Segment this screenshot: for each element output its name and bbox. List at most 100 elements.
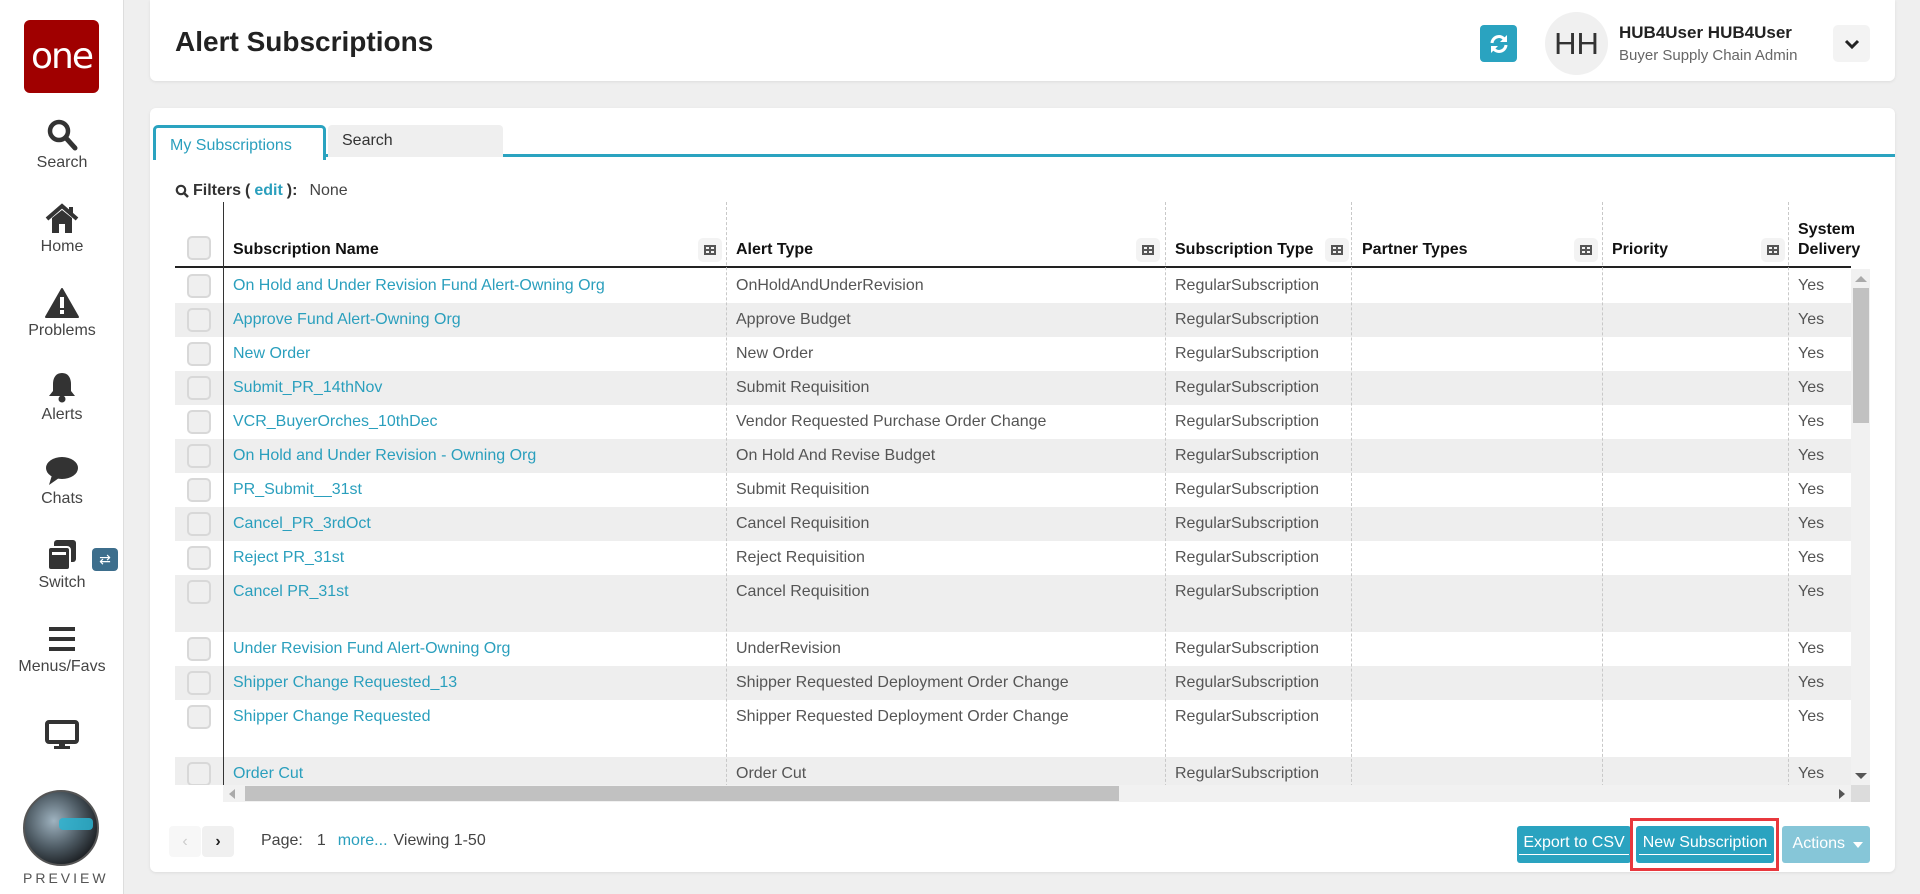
- cell-name[interactable]: Approve Fund Alert-Owning Org: [233, 310, 461, 330]
- table-row[interactable]: On Hold and Under Revision Fund Alert-Ow…: [175, 269, 1851, 303]
- horizontal-scrollbar[interactable]: [223, 785, 1851, 802]
- row-checkbox[interactable]: [187, 705, 211, 729]
- vertical-scroll-thumb[interactable]: [1853, 288, 1869, 423]
- cell-alert-type: Shipper Requested Deployment Order Chang…: [736, 708, 1069, 725]
- table-row[interactable]: Shipper Change Requested Shipper Requeste…: [175, 700, 1851, 757]
- table-row[interactable]: Order Cut Order Cut RegularSubscription Yes: [175, 757, 1851, 785]
- column-menu-partner-types[interactable]: [1574, 238, 1598, 262]
- scroll-up-arrow-icon[interactable]: [1855, 276, 1867, 282]
- cell-name[interactable]: Cancel_PR_3rdOct: [233, 514, 371, 534]
- previous-page-button[interactable]: ‹: [169, 826, 201, 857]
- cell-alert-type: On Hold And Revise Budget: [736, 447, 936, 464]
- filters-edit-link[interactable]: edit: [254, 182, 282, 200]
- column-header-priority[interactable]: Priority: [1612, 240, 1668, 260]
- cell-name[interactable]: Shipper Change Requested_13: [233, 673, 457, 693]
- page-title: Alert Subscriptions: [175, 26, 434, 57]
- row-checkbox[interactable]: [187, 274, 211, 298]
- vertical-scrollbar[interactable]: [1851, 269, 1870, 785]
- actions-dropdown-button[interactable]: Actions: [1782, 826, 1870, 863]
- refresh-button[interactable]: [1480, 25, 1517, 62]
- export-csv-button[interactable]: Export to CSV: [1517, 826, 1631, 863]
- cell-system-delivery: Yes: [1798, 515, 1825, 532]
- scroll-right-arrow-icon[interactable]: [1839, 789, 1845, 799]
- row-checkbox[interactable]: [187, 580, 211, 604]
- table-row[interactable]: Submit_PR_14thNov Submit Requisition Regul…: [175, 371, 1851, 405]
- column-header-alert-type[interactable]: Alert Type: [736, 240, 813, 260]
- row-checkbox[interactable]: [187, 410, 211, 434]
- cell-name[interactable]: On Hold and Under Revision Fund Alert-Ow…: [233, 276, 605, 296]
- cell-name[interactable]: Reject PR_31st: [233, 548, 344, 568]
- row-checkbox[interactable]: [187, 762, 211, 785]
- cell-name[interactable]: Order Cut: [233, 764, 303, 784]
- table-row[interactable]: Cancel_PR_3rdOct Cancel Requisition Regula…: [175, 507, 1851, 541]
- column-menu-subscription-type[interactable]: [1325, 238, 1349, 262]
- sidebar-item-problems[interactable]: Problems: [0, 286, 124, 340]
- row-checkbox[interactable]: [187, 478, 211, 502]
- scroll-down-arrow-icon[interactable]: [1855, 773, 1867, 779]
- horizontal-scroll-thumb[interactable]: [245, 786, 1119, 801]
- table-row[interactable]: Cancel PR_31st Cancel Requisition RegularS…: [175, 575, 1851, 632]
- cell-name[interactable]: On Hold and Under Revision - Owning Org: [233, 446, 536, 466]
- one-logo[interactable]: one: [24, 20, 99, 93]
- sidebar-item-label: Alerts: [41, 406, 83, 423]
- sidebar-item-label: Menus/Favs: [18, 658, 106, 675]
- sidebar-item-alerts[interactable]: Alerts: [0, 370, 124, 424]
- column-menu-subscription-name[interactable]: [698, 238, 722, 262]
- cell-name[interactable]: PR_Submit__31st: [233, 480, 362, 500]
- row-checkbox[interactable]: [187, 308, 211, 332]
- refresh-icon: [1490, 34, 1507, 53]
- table-row[interactable]: Under Revision Fund Alert-Owning Org Unde…: [175, 632, 1851, 666]
- grid-icon: [704, 245, 716, 255]
- column-menu-priority[interactable]: [1761, 238, 1785, 262]
- row-checkbox[interactable]: [187, 444, 211, 468]
- sidebar-item-search[interactable]: Search: [0, 118, 124, 172]
- row-checkbox[interactable]: [187, 376, 211, 400]
- new-subscription-button[interactable]: New Subscription: [1636, 826, 1774, 863]
- sidebar-item-menus-favs[interactable]: Menus/Favs: [0, 622, 124, 676]
- preview-avatar[interactable]: PREVIEW: [23, 790, 106, 886]
- cell-sub-type: RegularSubscription: [1175, 515, 1320, 532]
- monitor-icon: [45, 720, 79, 749]
- column-header-system-delivery[interactable]: System Delivery: [1798, 220, 1868, 260]
- cell-name[interactable]: New Order: [233, 344, 310, 364]
- column-header-subscription-name[interactable]: Subscription Name: [233, 240, 379, 260]
- row-checkbox[interactable]: [187, 637, 211, 661]
- cell-name[interactable]: VCR_BuyerOrches_10thDec: [233, 412, 438, 432]
- avatar[interactable]: HH: [1545, 12, 1608, 75]
- column-header-partner-types[interactable]: Partner Types: [1362, 240, 1468, 260]
- scroll-left-arrow-icon[interactable]: [229, 789, 235, 799]
- user-menu-button[interactable]: [1833, 25, 1870, 62]
- table-row[interactable]: PR_Submit__31st Submit Requisition Regular…: [175, 473, 1851, 507]
- cell-alert-type: Submit Requisition: [736, 379, 870, 396]
- tab-my-subscriptions[interactable]: My Subscriptions: [153, 125, 326, 160]
- row-checkbox[interactable]: [187, 512, 211, 536]
- tab-search[interactable]: Search: [328, 125, 503, 157]
- table-row[interactable]: On Hold and Under Revision - Owning Org O…: [175, 439, 1851, 473]
- cell-sub-type: RegularSubscription: [1175, 413, 1320, 430]
- more-pages-link[interactable]: more...: [338, 832, 388, 850]
- column-header-subscription-type[interactable]: Subscription Type: [1175, 240, 1320, 260]
- table-row[interactable]: Shipper Change Requested_13 Shipper Reque…: [175, 666, 1851, 700]
- table-row[interactable]: New Order New Order RegularSubscription Yes: [175, 337, 1851, 371]
- cell-system-delivery: Yes: [1798, 345, 1825, 362]
- filters-label: Filters: [193, 182, 242, 199]
- table-row[interactable]: VCR_BuyerOrches_10thDec Vendor Requested …: [175, 405, 1851, 439]
- sidebar-item-chats[interactable]: Chats: [0, 454, 124, 508]
- column-menu-alert-type[interactable]: [1136, 238, 1160, 262]
- table-row[interactable]: Approve Fund Alert-Owning Org Approve Bud…: [175, 303, 1851, 337]
- select-all-checkbox[interactable]: [187, 236, 211, 260]
- cell-name[interactable]: Shipper Change Requested: [233, 707, 430, 727]
- cell-name[interactable]: Under Revision Fund Alert-Owning Org: [233, 639, 510, 659]
- table-row[interactable]: Reject PR_31st Reject Requisition RegularS…: [175, 541, 1851, 575]
- cell-name[interactable]: Submit_PR_14thNov: [233, 378, 382, 398]
- swap-arrows-icon[interactable]: ⇄: [92, 548, 118, 571]
- cell-name[interactable]: Cancel PR_31st: [233, 582, 349, 602]
- row-checkbox[interactable]: [187, 342, 211, 366]
- ai-head-icon: [23, 790, 99, 866]
- next-page-button[interactable]: ›: [202, 826, 234, 857]
- row-checkbox[interactable]: [187, 546, 211, 570]
- sidebar-item-switch[interactable]: Switch ⇄: [0, 538, 124, 592]
- row-checkbox[interactable]: [187, 671, 211, 695]
- sidebar-item-monitor[interactable]: [0, 718, 124, 752]
- sidebar-item-home[interactable]: Home: [0, 202, 124, 256]
